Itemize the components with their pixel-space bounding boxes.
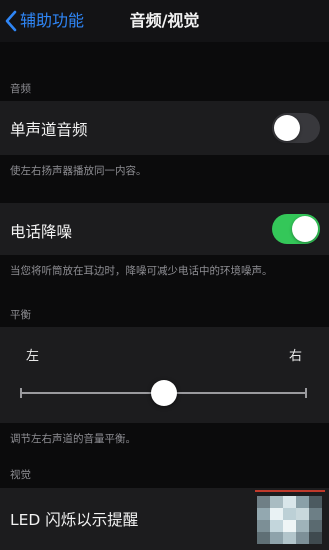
section-header-balance: 平衡: [10, 309, 31, 321]
phone-noise-cancellation-label: 电话降噪: [10, 223, 73, 241]
navigation-bar: 辅助功能 音频/视觉: [0, 0, 329, 42]
balance-row: 左 右: [0, 327, 329, 423]
balance-note: 调节左右声道的音量平衡。: [10, 433, 136, 445]
balance-slider-thumb[interactable]: [150, 380, 177, 406]
page-title: 音频/视觉: [129, 11, 200, 30]
phone-noise-cancellation-row[interactable]: 电话降噪: [0, 203, 329, 255]
section-header-audio: 音频: [10, 83, 31, 95]
balance-slider-right-tick: [305, 388, 307, 398]
audio-visual-settings-screen: 辅助功能 音频/视觉 音频 单声道音频 使左右扬声器播放同一内容。 电话降噪 当…: [0, 0, 329, 550]
balance-right-label: 右: [289, 349, 303, 364]
mono-audio-row[interactable]: 单声道音频: [0, 101, 329, 155]
phone-noise-cancellation-toggle[interactable]: [272, 214, 320, 244]
toggle-knob: [274, 115, 300, 141]
mono-audio-label: 单声道音频: [10, 121, 88, 139]
balance-left-label: 左: [26, 349, 40, 364]
balance-slider-left-tick: [20, 388, 22, 398]
mono-audio-note: 使左右扬声器播放同一内容。: [10, 165, 147, 177]
pixelated-overlay: [251, 490, 329, 550]
section-header-visual: 视觉: [10, 469, 31, 481]
toggle-knob: [292, 216, 318, 242]
mono-audio-toggle[interactable]: [272, 113, 320, 143]
phone-noise-cancellation-note: 当您将听筒放在耳边时，降噪可减少电话中的环境噪声。: [10, 265, 273, 277]
led-flash-label: LED 闪烁以示提醒: [10, 511, 139, 529]
overlay-frame: [255, 490, 325, 492]
